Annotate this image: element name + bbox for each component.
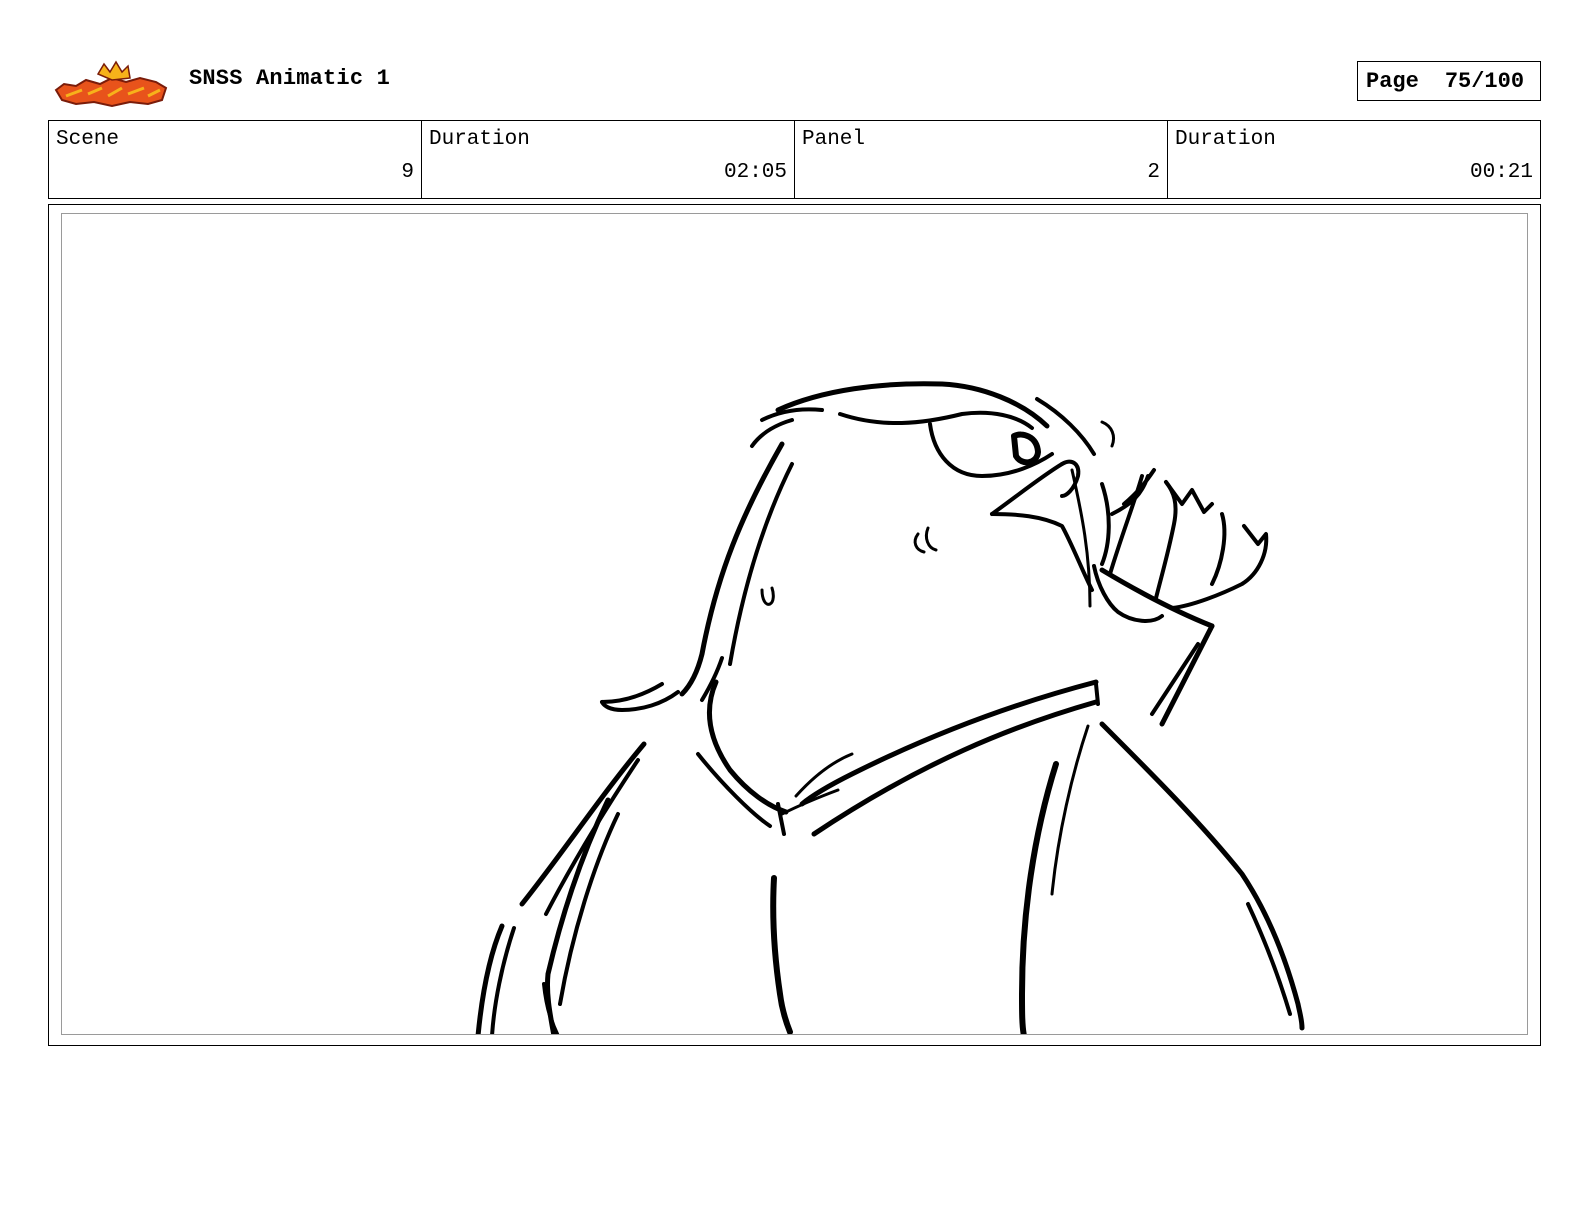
page-indicator: Page 75/100 xyxy=(1357,61,1541,101)
scene-duration-label: Duration xyxy=(429,128,530,151)
scene-cell: Scene 9 xyxy=(49,121,422,198)
panel-duration-cell: Duration 00:21 xyxy=(1168,121,1540,198)
panel-frame xyxy=(61,213,1528,1035)
scene-duration-cell: Duration 02:05 xyxy=(422,121,795,198)
show-logo xyxy=(54,60,168,108)
page-number: 75/100 xyxy=(1444,68,1525,94)
project-title: SNSS Animatic 1 xyxy=(189,66,391,91)
scene-label: Scene xyxy=(56,128,120,151)
eagle-sketch xyxy=(475,381,1305,1034)
panel-label: Panel xyxy=(802,128,866,151)
panel-value: 2 xyxy=(1147,161,1160,184)
panel-duration-label: Duration xyxy=(1175,128,1276,151)
page-label: Page xyxy=(1366,68,1419,94)
storyboard-panel xyxy=(48,204,1541,1046)
panel-duration-value: 00:21 xyxy=(1469,161,1533,184)
scene-info-table: Scene 9 Duration 02:05 Panel 2 Duration … xyxy=(48,120,1541,199)
scene-duration-value: 02:05 xyxy=(723,161,787,184)
panel-cell: Panel 2 xyxy=(795,121,1168,198)
scene-value: 9 xyxy=(401,161,414,184)
